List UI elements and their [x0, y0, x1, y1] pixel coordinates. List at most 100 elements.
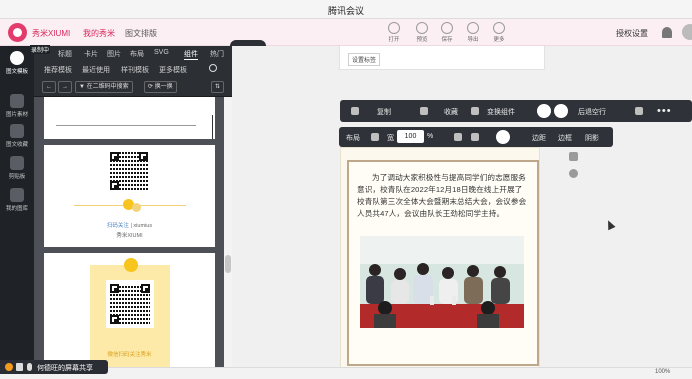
template-subtabs: 推荐模板 最近使用 样刊模板 更多模板 — [34, 61, 232, 77]
sun-icon — [132, 203, 141, 212]
pin-icon[interactable] — [351, 107, 359, 115]
subtab-more[interactable]: 更多模板 — [159, 65, 187, 75]
tab-image[interactable]: 图片 — [107, 49, 121, 59]
qr-corner — [110, 181, 119, 190]
template-card-top[interactable] — [44, 97, 215, 139]
color-picker-1[interactable] — [537, 104, 551, 118]
rail-item-templates[interactable]: 图文模板 — [0, 51, 34, 75]
search-icon[interactable] — [209, 64, 217, 72]
width-input[interactable]: 100 — [397, 130, 424, 143]
divider — [212, 115, 213, 139]
copy-button[interactable]: 复制 — [377, 107, 391, 117]
mic-icon — [27, 363, 32, 371]
back-blank-line-button[interactable]: 后退空行 — [578, 107, 606, 117]
next-arrow-button[interactable]: → — [58, 81, 72, 93]
card-meta-brand: 秀米XIUMI — [116, 233, 143, 239]
sun-icon — [124, 258, 138, 272]
tab-title[interactable]: 标题 — [58, 49, 72, 59]
subtab-sample[interactable]: 样刊模板 — [121, 65, 149, 75]
bell-icon[interactable] — [662, 27, 672, 38]
preview-button[interactable]: 预览 — [411, 22, 433, 44]
card-caption: 微信扫码关注秀米 — [107, 352, 152, 358]
margin-button[interactable]: 边距 — [532, 133, 546, 143]
eye-icon — [416, 22, 428, 34]
xiumi-logo[interactable] — [8, 23, 27, 42]
color-picker-2[interactable] — [554, 104, 568, 118]
qr-corner — [110, 315, 119, 324]
transform-component-button[interactable]: 变换组件 — [487, 107, 515, 117]
delete-icon[interactable] — [420, 107, 428, 115]
favorite-button[interactable]: 收藏 — [444, 107, 458, 117]
set-tag-button[interactable]: 设置标签 — [348, 53, 381, 66]
open-button[interactable]: 打开 — [383, 22, 405, 44]
meeting-photo[interactable] — [360, 236, 524, 328]
template-icon — [10, 51, 24, 65]
avatar[interactable] — [682, 24, 692, 40]
template-card-qr-yellow[interactable]: 微信扫码关注秀米 — [44, 253, 215, 367]
save-button[interactable]: 保存 — [436, 22, 458, 44]
color-picker-3[interactable] — [496, 130, 510, 144]
tab-svg[interactable]: SVG — [154, 49, 169, 56]
rail-item-favorites[interactable]: 图文收藏 — [0, 124, 34, 148]
qr-corner — [139, 152, 148, 161]
link-icon[interactable] — [635, 107, 643, 115]
more-button[interactable]: 更多 — [488, 22, 510, 44]
app-header: 秀米XIUMI 我的秀米 图文排版 打开 预览 保存 导出 更多 授权设置 — [0, 19, 692, 46]
subtab-recommended[interactable]: 推荐模板 — [44, 65, 72, 75]
qr-corner — [110, 152, 119, 161]
border-button[interactable]: 边框 — [558, 133, 572, 143]
card-meta-follow: 扫码关注 — [106, 223, 129, 229]
rail-item-images[interactable]: 图片素材 — [0, 94, 34, 118]
qr-corner — [110, 284, 119, 293]
tab-components[interactable]: 组件 — [184, 49, 198, 60]
screen-icon — [16, 363, 23, 371]
export-icon — [467, 22, 479, 34]
image-icon — [10, 94, 24, 108]
template-tabs: 标题 卡片 图片 布局 SVG 组件 热门 — [34, 46, 232, 61]
template-card-qr[interactable]: 扫码关注 | xiumius 秀米XIUMI — [44, 145, 215, 247]
screen-share-text: 何德旺的屏幕共享 — [37, 365, 93, 372]
nav-layout[interactable]: 图文排版 — [125, 28, 157, 39]
tab-hot[interactable]: 热门 — [210, 49, 224, 59]
percent-dropdown[interactable]: % — [427, 133, 433, 140]
panel-scrollbar-thumb[interactable] — [225, 255, 231, 273]
format-brush-icon[interactable] — [471, 133, 479, 141]
layout-label[interactable]: 布局 — [346, 133, 360, 143]
divider — [56, 125, 196, 126]
subtab-recent[interactable]: 最近使用 — [82, 65, 110, 75]
qr-corner — [141, 284, 150, 293]
template-list: 扫码关注 | xiumius 秀米XIUMI 微信扫码关注秀米 — [34, 97, 224, 367]
filter-button[interactable]: ▼ 在二维码中搜索 — [75, 81, 133, 93]
zoom-level[interactable]: 100% — [655, 369, 670, 375]
rail-item-gallery[interactable]: 我的图库 — [0, 188, 34, 212]
export-button[interactable]: 导出 — [462, 22, 484, 44]
tab-card[interactable]: 卡片 — [84, 49, 98, 59]
align-icon[interactable] — [454, 133, 462, 141]
format-brush-icon[interactable] — [471, 107, 479, 115]
more-dots-icon[interactable]: ••• — [657, 105, 672, 117]
more-icon — [493, 22, 505, 34]
shuffle-button[interactable]: ⟳ 换一换 — [144, 81, 177, 93]
clipboard-icon — [10, 156, 24, 170]
eye-icon[interactable] — [569, 169, 578, 178]
sort-button[interactable]: ⇅ — [211, 81, 225, 93]
recording-label: 录制中 — [30, 45, 51, 54]
prev-arrow-button[interactable]: ← — [42, 81, 56, 93]
nav-my-xiumi[interactable]: 我的秀米 — [83, 28, 115, 39]
folder-icon — [388, 22, 400, 34]
shadow-button[interactable]: 阴影 — [585, 133, 599, 143]
tab-layout[interactable]: 布局 — [130, 49, 144, 59]
panel-scrollbar-track[interactable] — [224, 97, 232, 367]
card-meta-account: xiumius — [133, 223, 153, 229]
chart-icon[interactable] — [569, 152, 578, 161]
rail-item-clipboard[interactable]: 剪贴板 — [0, 156, 34, 180]
user-icon — [5, 363, 13, 371]
grid-icon[interactable] — [371, 133, 379, 141]
window-titlebar: 腾讯会议 — [0, 0, 692, 19]
brand-link[interactable]: 秀米XIUMI — [32, 28, 70, 39]
article-paragraph[interactable]: 为了调动大家积极性与提高同学们的志愿服务意识，校青队在2022年12月18日晚在… — [357, 172, 530, 220]
template-toolrow: ← → ▼ 在二维码中搜索 ⟳ 换一换 ⇅ — [34, 77, 232, 97]
card-meta-id: 扫码关注 | xiumius — [106, 223, 153, 229]
width-label: 宽 — [387, 135, 394, 142]
auth-settings-link[interactable]: 授权设置 — [616, 28, 648, 39]
